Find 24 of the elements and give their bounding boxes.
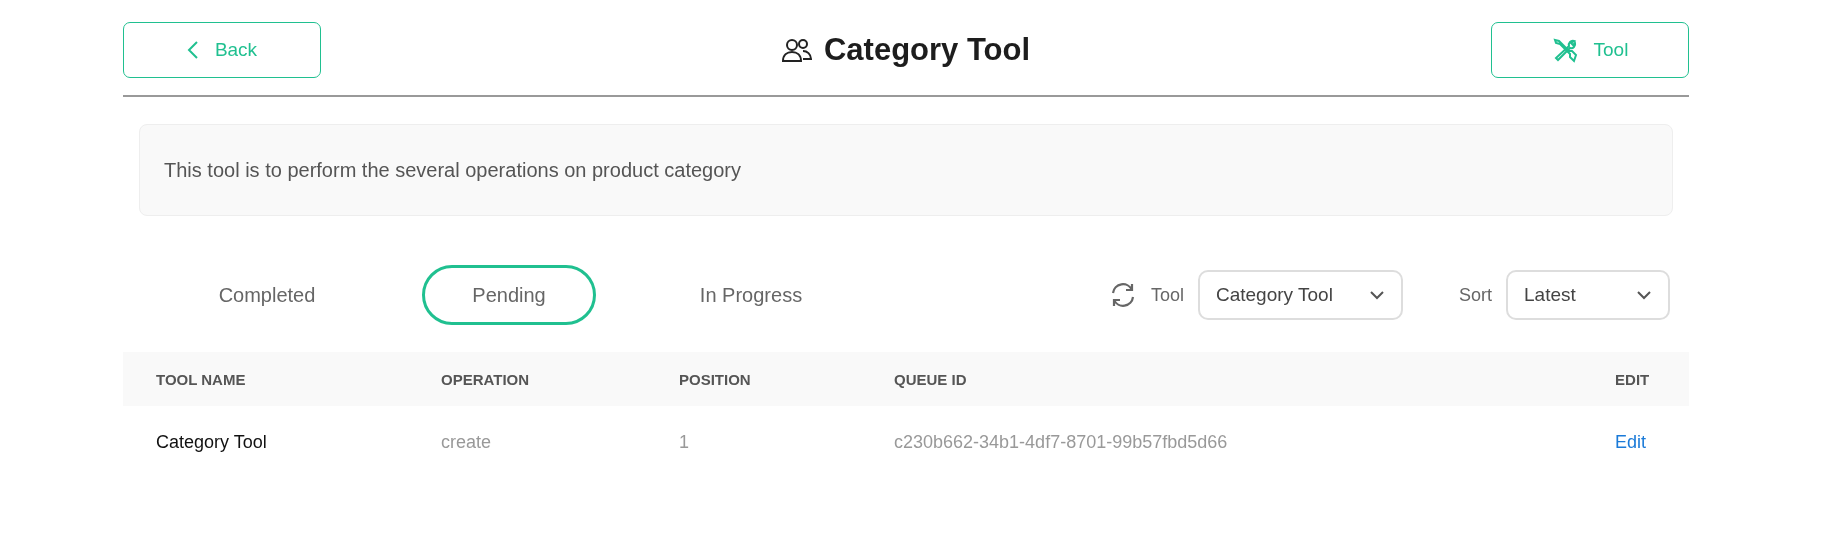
filter-label: Sort: [1459, 284, 1492, 306]
table-cell: create: [441, 431, 492, 452]
status-tab[interactable]: Pending: [422, 265, 596, 325]
column-header: OPERATION: [441, 370, 530, 388]
column-header: EDIT: [1615, 370, 1650, 388]
chevron-down-icon: [1636, 290, 1652, 300]
tools-icon: [1551, 37, 1578, 63]
chevron-left-icon: [186, 40, 199, 60]
status-tab[interactable]: Completed: [180, 265, 354, 325]
edit-link[interactable]: Edit: [1615, 431, 1647, 452]
column-header: TOOL NAME: [156, 370, 246, 388]
description-text: This tool is to perform the several operations on product category: [164, 158, 741, 182]
column-header: QUEUE ID: [894, 370, 967, 388]
column-header: POSITION: [679, 370, 751, 388]
table-cell: c230b662-34b1-4df7-8701-99b57fbd5d66: [894, 431, 1228, 452]
table-cell: 1: [679, 431, 689, 452]
filter-label: Tool: [1150, 284, 1184, 306]
dropdown[interactable]: Latest: [1506, 270, 1670, 320]
status-tab[interactable]: In Progress: [664, 265, 838, 325]
page-title: Category Tool: [823, 32, 1031, 68]
chevron-down-icon: [1369, 290, 1385, 300]
users-icon: [781, 37, 812, 63]
table-cell: Category Tool: [156, 431, 267, 452]
dropdown[interactable]: Category Tool: [1198, 270, 1403, 320]
